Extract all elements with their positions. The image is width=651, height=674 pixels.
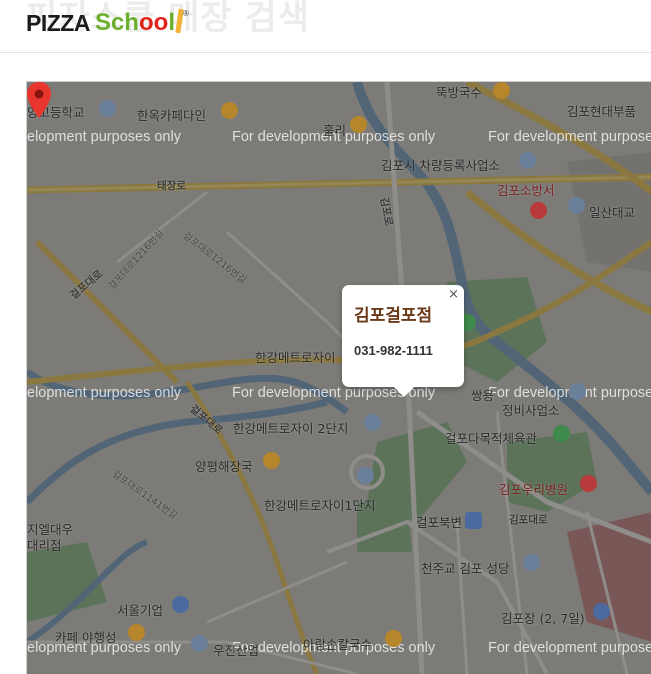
map-label: 태장로 xyxy=(157,180,186,192)
logo-school-text: School xyxy=(94,9,175,36)
store-name: 김포걸포점 xyxy=(354,306,433,326)
map-label: 한강메트로자이1단지 xyxy=(264,498,376,513)
restaurant-poi-icon[interactable] xyxy=(493,82,510,99)
map-label: 정비사업소 xyxy=(502,403,560,418)
close-icon[interactable]: × xyxy=(448,287,459,302)
logo-pizza-text: PIZZA xyxy=(26,9,90,36)
map-label: 서울기업 xyxy=(117,603,164,618)
map-label: 훌리 xyxy=(323,123,347,138)
map-watermark: elopment purposes only xyxy=(27,385,181,401)
map-watermark: elopment purposes only xyxy=(27,129,181,145)
map-label: 양평해장국 xyxy=(195,459,253,474)
map-label: 김포대로 xyxy=(509,514,548,526)
map-watermark: For development purposes only xyxy=(488,640,651,656)
store-location-marker[interactable] xyxy=(27,82,51,118)
building-poi-icon[interactable] xyxy=(569,383,586,400)
map-label: 일산대교 xyxy=(589,205,636,220)
school-poi-icon[interactable] xyxy=(99,100,116,117)
building-poi-icon[interactable] xyxy=(357,467,374,484)
hospital-poi-icon[interactable] xyxy=(580,475,597,492)
site-header: 피자스쿨 매장 검색 PIZZA School ® xyxy=(0,0,651,53)
map-dim-overlay xyxy=(27,82,651,674)
fire-station-poi-icon[interactable] xyxy=(530,202,547,219)
map-label: 한강메트로자이 2단지 xyxy=(233,421,349,436)
map-label: 김포우리병원 xyxy=(499,482,569,497)
cafe-poi-icon[interactable] xyxy=(221,102,238,119)
map-label: 카페 야행성 xyxy=(55,630,117,645)
map-label: 대리점 xyxy=(27,538,62,553)
map-label: 걸포북변 xyxy=(416,515,463,530)
building-poi-icon[interactable] xyxy=(364,414,381,431)
map-label: 김포현대부품 xyxy=(567,104,637,119)
industry-poi-icon[interactable] xyxy=(191,635,208,652)
subway-poi-icon[interactable] xyxy=(465,512,482,529)
map-watermark: For development purposes only xyxy=(488,129,651,145)
map-label: 김포시 차량등록사업소 xyxy=(381,158,500,173)
shopping-poi-icon[interactable] xyxy=(593,603,610,620)
store-info-window: × 김포걸포점 031-982-1111 xyxy=(342,285,464,397)
map-label: 우진산업 xyxy=(213,643,260,658)
map-label: 쌍용 xyxy=(471,388,495,403)
map-label: 뚝방국수 xyxy=(436,85,483,100)
sports-poi-icon[interactable] xyxy=(553,425,570,442)
map-label: 김포장 (2, 7일) xyxy=(501,611,585,626)
map-label: 한옥카페다인 xyxy=(137,108,207,123)
map-label: 걸포다목적체육관 xyxy=(445,431,538,446)
restaurant-poi-icon[interactable] xyxy=(350,116,367,133)
map-label: 한강메트로자이 xyxy=(255,350,336,365)
registered-mark: ® xyxy=(182,8,189,18)
restaurant-poi-icon[interactable] xyxy=(263,452,280,469)
map-label: 천주교 김포 성당 xyxy=(421,561,510,576)
company-poi-icon[interactable] xyxy=(172,596,189,613)
map-label: 아랑손칼국수 xyxy=(303,637,373,652)
pizza-school-logo[interactable]: PIZZA School ® xyxy=(26,6,189,40)
store-phone[interactable]: 031-982-1111 xyxy=(354,343,433,358)
store-map[interactable]: elopment purposes only For development p… xyxy=(26,81,651,674)
building-poi-icon[interactable] xyxy=(568,197,585,214)
restaurant-poi-icon[interactable] xyxy=(385,630,402,647)
church-poi-icon[interactable] xyxy=(523,554,540,571)
cafe-poi-icon[interactable] xyxy=(128,624,145,641)
map-label: 김포소방서 xyxy=(497,183,555,198)
building-poi-icon[interactable] xyxy=(519,152,536,169)
